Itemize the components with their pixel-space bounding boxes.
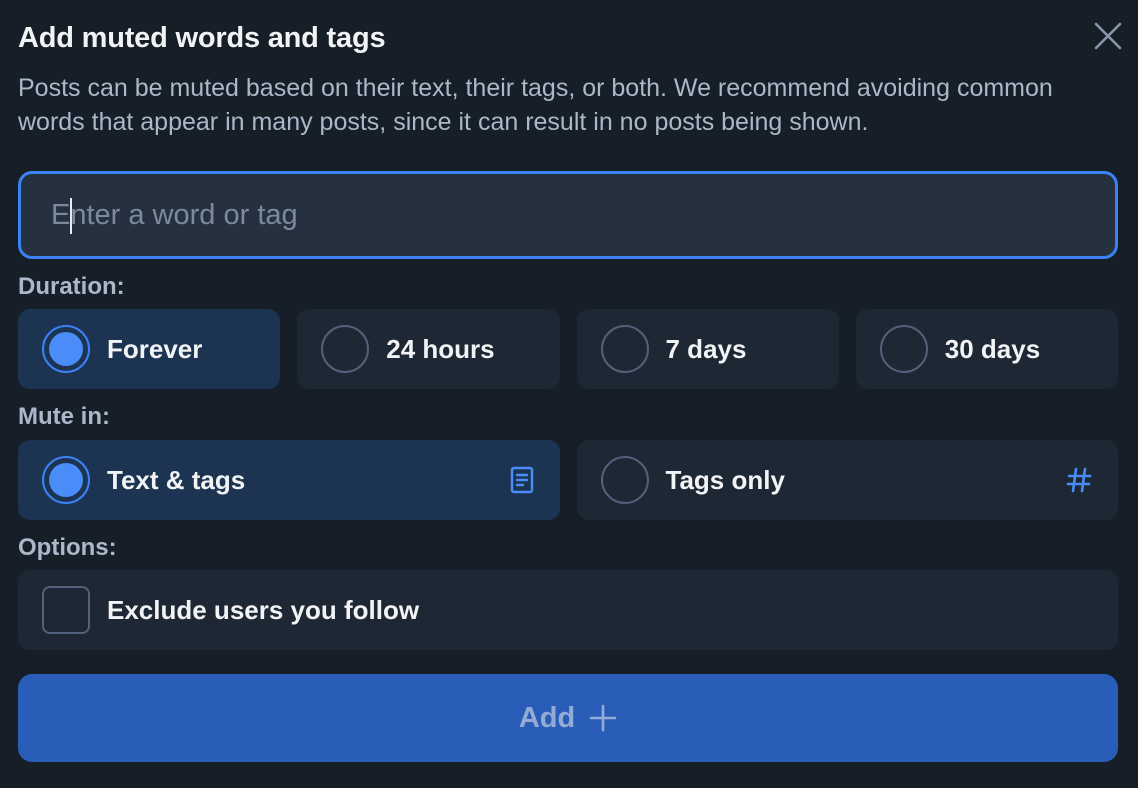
add-button[interactable]: Add	[18, 674, 1118, 762]
radio-button[interactable]	[321, 325, 370, 373]
option-label: Text & tags	[107, 464, 246, 495]
document-icon	[510, 466, 534, 494]
duration-option-24-hours[interactable]: 24 hours	[297, 309, 560, 389]
option-label: Forever	[107, 333, 203, 364]
options-list: Exclude users you follow	[18, 570, 1118, 650]
radio-button[interactable]	[600, 325, 649, 373]
mute-in-label: Mute in:	[18, 403, 110, 430]
option-label: 24 hours	[386, 333, 495, 364]
radio-button[interactable]	[42, 325, 90, 373]
option-label: Tags only	[665, 464, 785, 495]
duration-label: Duration:	[18, 273, 125, 300]
mute-in-options: Text & tags Tags only	[18, 440, 1118, 520]
radio-button[interactable]	[600, 456, 649, 504]
exclude-follows-checkbox[interactable]	[42, 586, 90, 634]
hashtag-icon	[1066, 466, 1092, 494]
duration-option-7-days[interactable]: 7 days	[576, 309, 839, 389]
mute-words-dialog: Add muted words and tags Posts can be mu…	[0, 0, 1138, 788]
duration-option-30-days[interactable]: 30 days	[855, 309, 1118, 389]
radio-button[interactable]	[42, 456, 90, 504]
add-button-label: Add	[518, 701, 576, 734]
option-label: 30 days	[944, 333, 1041, 364]
word-input[interactable]	[51, 198, 1115, 232]
exclude-follows-option[interactable]: Exclude users you follow	[18, 570, 1118, 650]
duration-option-forever[interactable]: Forever	[18, 309, 281, 389]
dialog-description: Posts can be muted based on their text, …	[18, 74, 1053, 136]
mute-in-option-tags-only[interactable]: Tags only	[576, 440, 1118, 520]
close-icon	[1094, 22, 1122, 50]
options-label: Options:	[18, 534, 117, 561]
text-caret	[70, 198, 72, 234]
radio-button[interactable]	[879, 325, 928, 373]
option-label: 7 days	[665, 333, 747, 364]
word-input-container[interactable]	[18, 171, 1118, 259]
plus-icon	[589, 704, 617, 732]
close-button[interactable]	[1090, 18, 1126, 54]
dialog-title: Add muted words and tags	[18, 22, 386, 54]
mute-in-option-text-and-tags[interactable]: Text & tags	[18, 440, 560, 520]
duration-options: Forever 24 hours 7 days 30 days	[18, 309, 1118, 389]
option-label: Exclude users you follow	[107, 594, 420, 625]
